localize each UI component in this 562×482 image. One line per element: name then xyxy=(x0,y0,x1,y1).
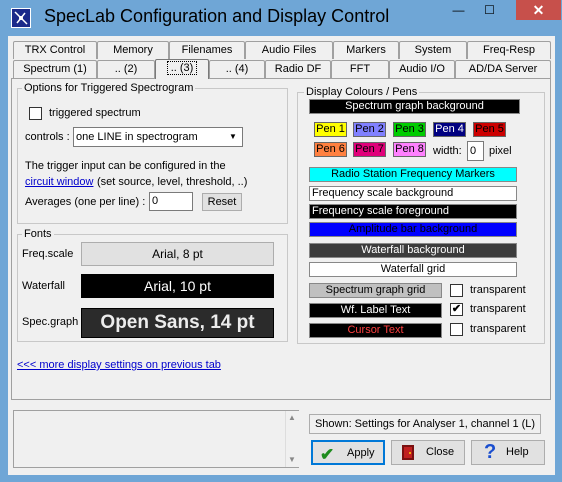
colours-group-title: Display Colours / Pens xyxy=(304,86,420,98)
window-title: SpecLab Configuration and Display Contro… xyxy=(44,6,390,26)
cursor-text-button[interactable]: Cursor Text xyxy=(309,323,442,338)
tab-ad-da-server[interactable]: AD/DA Server xyxy=(455,60,551,78)
tab-spectrum-3[interactable]: .. (3) xyxy=(155,59,209,79)
cursor-text-transparent-label: transparent xyxy=(470,323,526,335)
width-label: width: xyxy=(433,145,462,157)
close-button[interactable]: Close xyxy=(391,440,465,465)
controls-dropdown[interactable]: one LINE in spectrogram ▼ xyxy=(73,127,243,147)
spec-graph-font-label: Spec.graph xyxy=(22,316,79,328)
tab-radio-df[interactable]: Radio DF xyxy=(265,60,331,78)
pen-4-button[interactable]: Pen 4 xyxy=(433,122,466,137)
cursor-text-transparent-checkbox[interactable] xyxy=(450,323,463,336)
spectrum-graph-background-button[interactable]: Spectrum graph background xyxy=(309,99,520,114)
tab-system[interactable]: System xyxy=(399,41,467,59)
waterfall-background-button[interactable]: Waterfall background xyxy=(309,243,517,258)
scroll-down-icon[interactable]: ▼ xyxy=(288,455,296,464)
triggered-spectrum-label: triggered spectrum xyxy=(49,107,141,119)
pen-7-button[interactable]: Pen 7 xyxy=(353,142,386,157)
door-icon xyxy=(402,445,414,460)
pixel-label: pixel xyxy=(489,145,512,157)
wf-label-text-button[interactable]: Wf. Label Text xyxy=(309,303,442,318)
tab-audio-io[interactable]: Audio I/O xyxy=(389,60,455,78)
frequency-scale-background-button[interactable]: Frequency scale background xyxy=(309,186,517,201)
scroll-up-icon[interactable]: ▲ xyxy=(288,413,296,422)
triggered-spectrum-checkbox[interactable] xyxy=(29,107,42,120)
spectrum-grid-transparent-label: transparent xyxy=(470,284,526,296)
pen-width-input[interactable]: 0 xyxy=(467,141,484,161)
reset-button[interactable]: Reset xyxy=(202,193,242,211)
minimize-button[interactable]: — xyxy=(445,0,472,20)
speclab-app-icon xyxy=(11,8,31,28)
title-bar: SpecLab Configuration and Display Contro… xyxy=(0,0,562,36)
status-scrollbar[interactable]: ▲ ▼ xyxy=(285,411,299,467)
trigger-info-line1: The trigger input can be configured in t… xyxy=(25,160,226,172)
help-icon: ? xyxy=(484,441,497,463)
radio-station-markers-button[interactable]: Radio Station Frequency Markers xyxy=(309,167,517,182)
tab-spectrum-4[interactable]: .. (4) xyxy=(209,60,265,78)
tab-filenames[interactable]: Filenames xyxy=(169,41,245,59)
waterfall-grid-button[interactable]: Waterfall grid xyxy=(309,262,517,277)
window: SpecLab Configuration and Display Contro… xyxy=(0,0,562,482)
controls-dropdown-value: one LINE in spectrogram xyxy=(76,131,198,143)
triggered-group-title: Options for Triggered Spectrogram xyxy=(22,82,196,94)
trigger-info-line2: (set source, level, threshold, ..) xyxy=(97,176,248,188)
waterfall-font-label: Waterfall xyxy=(22,280,65,292)
close-window-button[interactable]: ✕ xyxy=(516,0,561,20)
close-label: Close xyxy=(426,446,455,458)
apply-label: Apply xyxy=(347,447,375,459)
tab-memory[interactable]: Memory xyxy=(97,41,169,59)
averages-input[interactable]: 0 xyxy=(149,192,193,211)
pen-5-button[interactable]: Pen 5 xyxy=(473,122,506,137)
tab-spectrum-1[interactable]: Spectrum (1) xyxy=(13,60,97,78)
pen-2-button[interactable]: Pen 2 xyxy=(353,122,386,137)
fonts-group-title: Fonts xyxy=(22,228,54,240)
waterfall-font-button[interactable]: Arial, 10 pt xyxy=(81,274,274,298)
tab-markers[interactable]: Markers xyxy=(333,41,399,59)
tab-audio-files[interactable]: Audio Files xyxy=(245,41,333,59)
spectrum-graph-grid-button[interactable]: Spectrum graph grid xyxy=(309,283,442,298)
tab-freq-resp[interactable]: Freq-Resp xyxy=(467,41,551,59)
apply-button[interactable]: ✔ Apply xyxy=(311,440,385,465)
tab-spectrum-3-label: .. (3) xyxy=(166,61,198,75)
tab-trx-control[interactable]: TRX Control xyxy=(13,41,97,59)
more-display-settings-link[interactable]: <<< more display settings on previous ta… xyxy=(17,359,221,371)
amplitude-bar-background-button[interactable]: Amplitude bar background xyxy=(309,222,517,237)
freq-scale-label: Freq.scale xyxy=(22,248,74,260)
chevron-down-icon[interactable]: ▼ xyxy=(225,129,241,145)
tab-fft[interactable]: FFT xyxy=(331,60,389,78)
status-message-area xyxy=(13,410,299,468)
controls-label: controls : xyxy=(25,131,70,143)
freq-scale-font-button[interactable]: Arial, 8 pt xyxy=(81,242,274,266)
wf-label-transparent-checkbox[interactable]: ✔ xyxy=(450,303,463,316)
circuit-window-link[interactable]: circuit window xyxy=(25,176,93,188)
maximize-button[interactable]: ☐ xyxy=(476,0,503,20)
pen-6-button[interactable]: Pen 6 xyxy=(314,142,347,157)
wf-label-transparent-label: transparent xyxy=(470,303,526,315)
spectrum-grid-transparent-checkbox[interactable] xyxy=(450,284,463,297)
pen-8-button[interactable]: Pen 8 xyxy=(393,142,426,157)
pen-3-button[interactable]: Pen 3 xyxy=(393,122,426,137)
frequency-scale-foreground-button[interactable]: Frequency scale foreground xyxy=(309,204,517,219)
help-label: Help xyxy=(506,446,529,458)
averages-label: Averages (one per line) : xyxy=(25,196,146,208)
tab-spectrum-2[interactable]: .. (2) xyxy=(97,60,155,78)
help-button[interactable]: ? Help xyxy=(471,440,545,465)
spec-graph-font-button[interactable]: Open Sans, 14 pt xyxy=(81,308,274,338)
pen-1-button[interactable]: Pen 1 xyxy=(314,122,347,137)
shown-settings-button[interactable]: Shown: Settings for Analyser 1, channel … xyxy=(309,414,541,434)
checkmark-icon: ✔ xyxy=(320,445,335,464)
